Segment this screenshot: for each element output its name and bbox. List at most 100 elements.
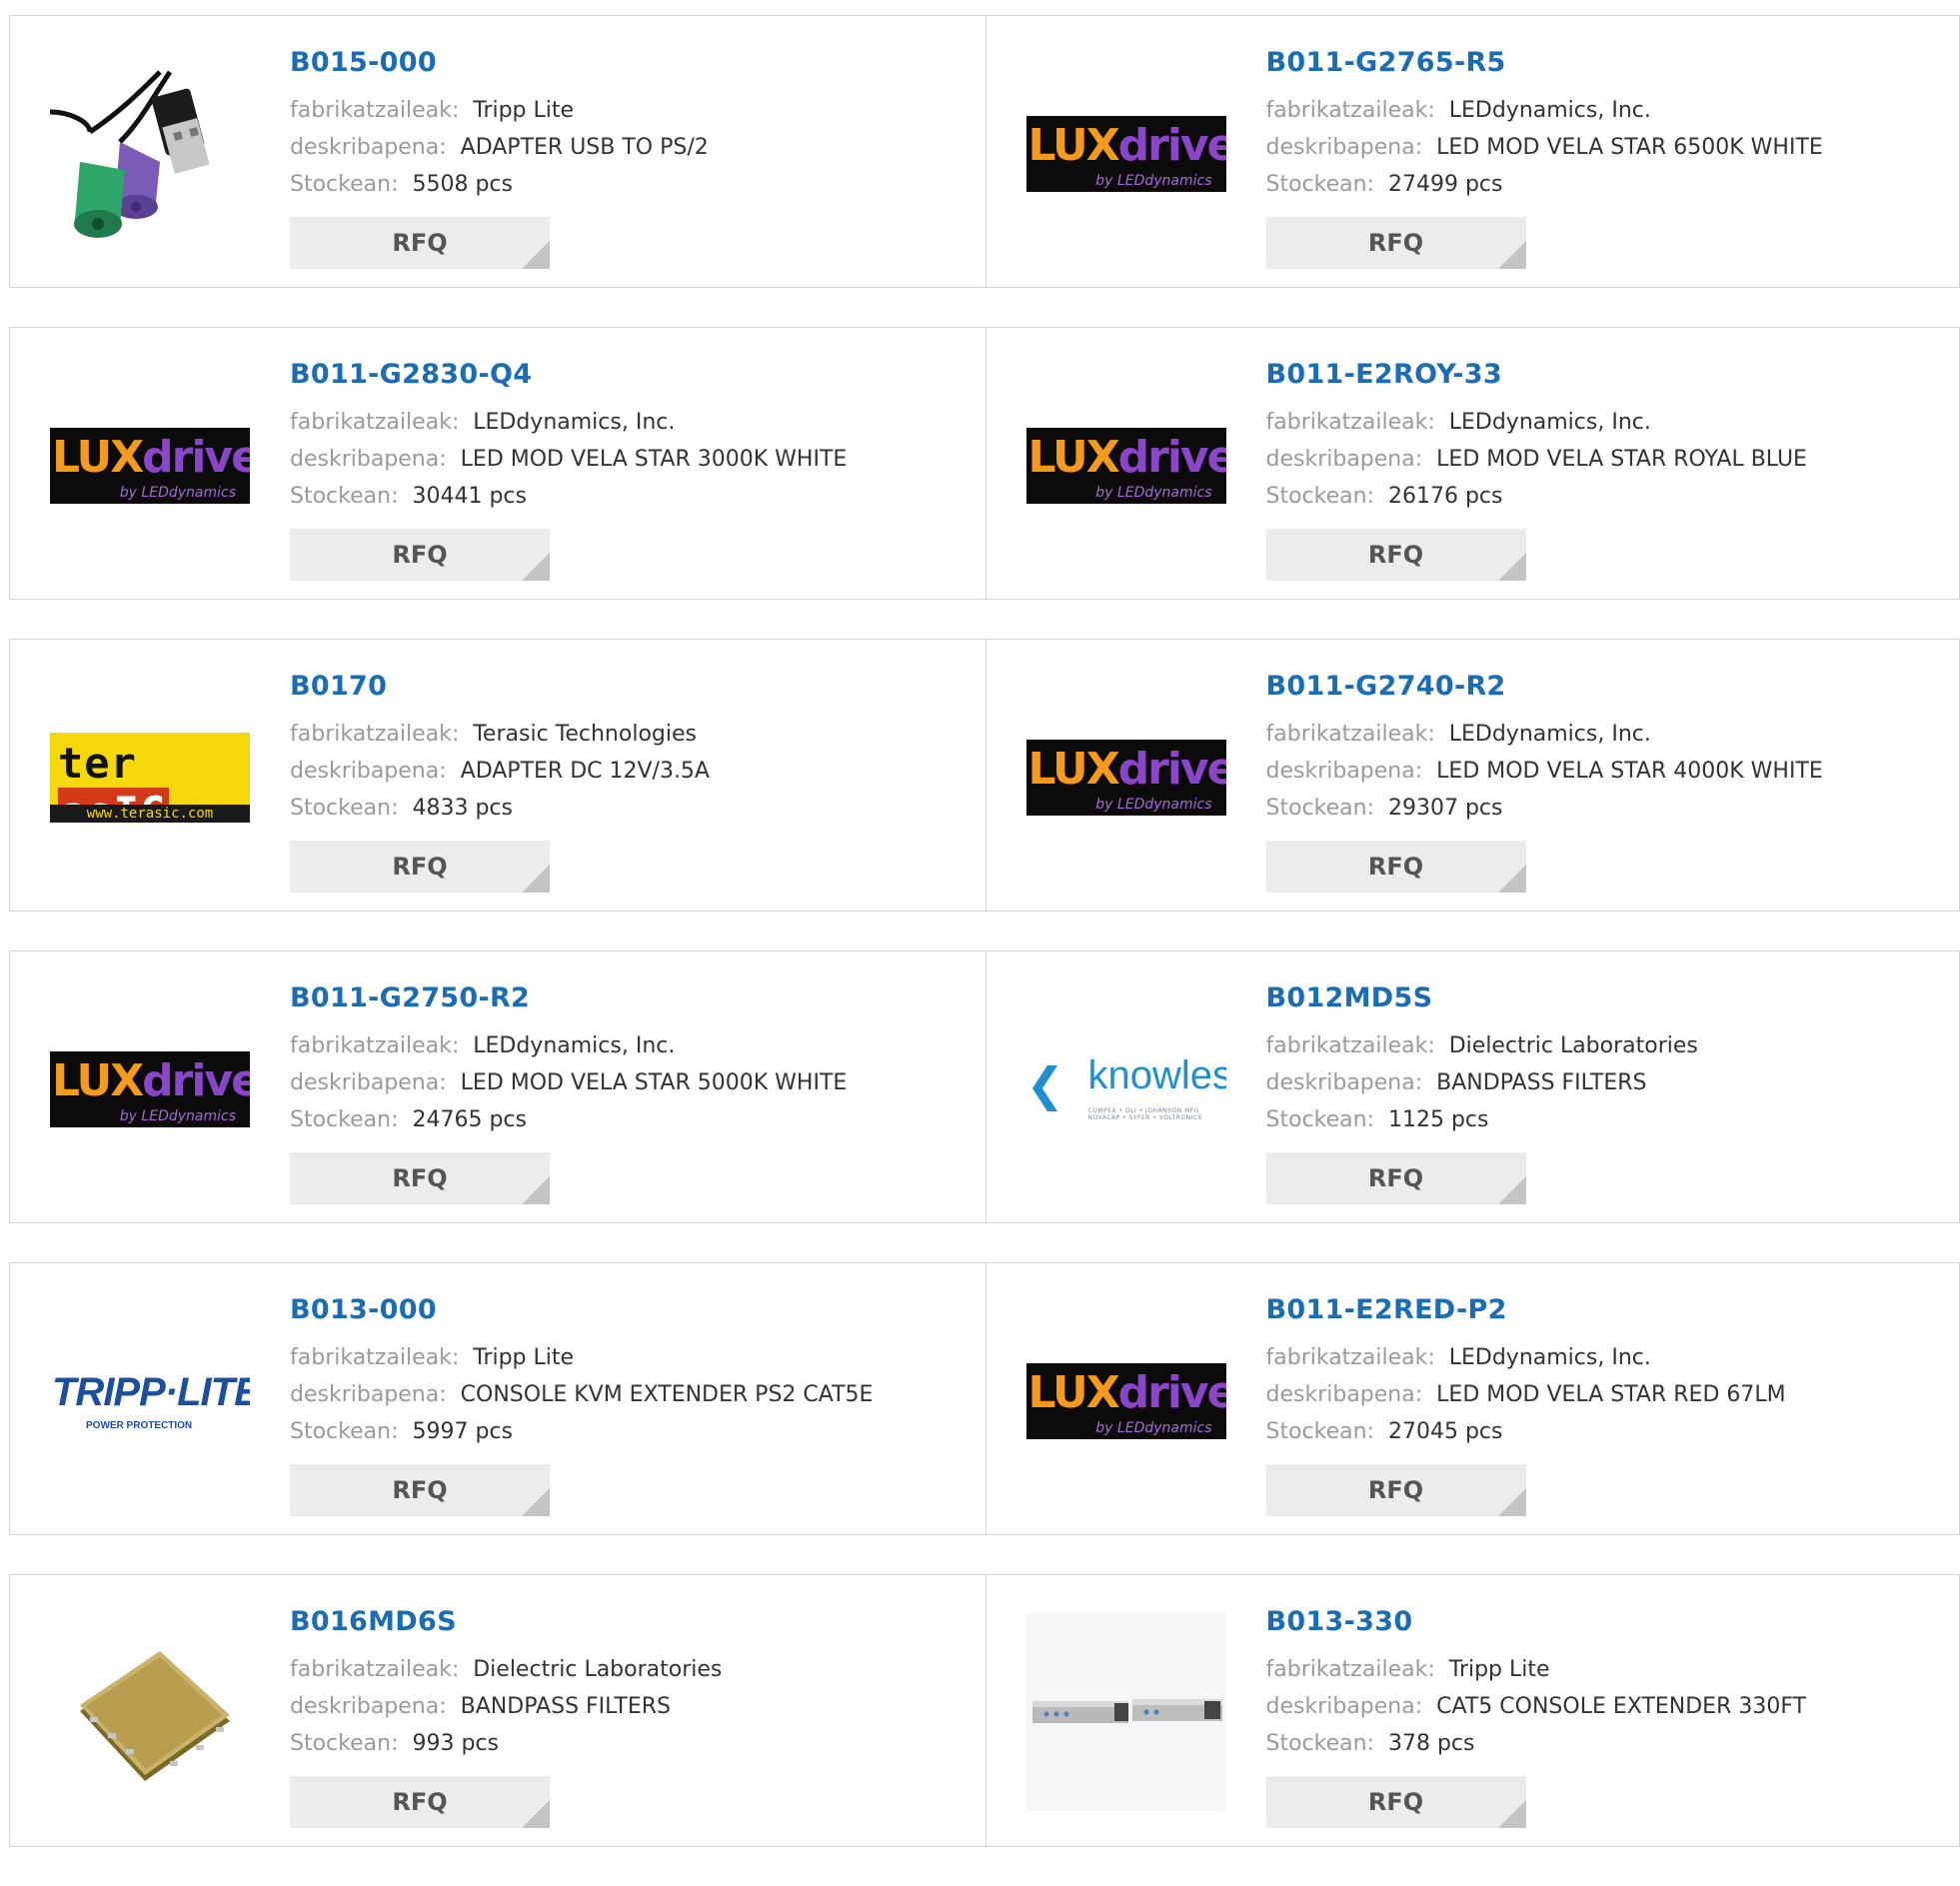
part-number-link[interactable]: B011-G2750-R2 (290, 981, 847, 1015)
stock-row: Stockean:5508 pcs (290, 166, 709, 203)
rfq-button[interactable]: RFQ (1266, 217, 1526, 269)
description-row: deskribapena:ADAPTER USB TO PS/2 (290, 129, 709, 166)
part-number-link[interactable]: B012MD5S (1266, 981, 1698, 1015)
manufacturer-label: fabrikatzaileak: (1266, 410, 1435, 435)
rfq-button[interactable]: RFQ (290, 217, 550, 269)
description-label: deskribapena: (1266, 1070, 1423, 1095)
rfq-label: RFQ (392, 229, 447, 257)
product-info: B011-G2830-Q4 fabrikatzaileak:LEDdynamic… (290, 358, 847, 581)
product-info: B011-G2765-R5 fabrikatzaileak:LEDdynamic… (1266, 46, 1823, 269)
manufacturer-row: fabrikatzaileak:Tripp Lite (290, 1339, 873, 1376)
product-info: B013-000 fabrikatzaileak:Tripp Lite desk… (290, 1293, 873, 1516)
corner-triangle-icon (1498, 1488, 1526, 1516)
description-row: deskribapena: LED MOD VELA STAR ROYAL BLU… (1266, 441, 1807, 478)
product-image[interactable] (50, 54, 250, 254)
description-value: LED MOD VELA STAR 4000K WHITE (1436, 759, 1823, 784)
manufacturer-value: LEDdynamics, Inc. (1449, 410, 1651, 435)
rfq-button[interactable]: RFQ (1266, 529, 1526, 581)
description-label: deskribapena: (1266, 759, 1423, 784)
manufacturer-row: fabrikatzaileak:Tripp Lite (1266, 1651, 1807, 1688)
rfq-button[interactable]: RFQ (1266, 841, 1526, 893)
stock-label: Stockean: (1266, 796, 1374, 821)
manufacturer-label: fabrikatzaileak: (1266, 1033, 1435, 1058)
product-image[interactable] (50, 1613, 250, 1813)
description-label: deskribapena: (290, 447, 447, 472)
product-row: TRIPP·LITE POWER PROTECTION B013-000 fab… (9, 1262, 1960, 1535)
part-number-link[interactable]: B016MD6S (290, 1605, 722, 1639)
corner-triangle-icon (522, 553, 550, 581)
part-number-link[interactable]: B013-000 (290, 1293, 873, 1327)
rfq-button[interactable]: RFQ (290, 1152, 550, 1204)
product-card: LUXdrive by LEDdynamics B011-E2RED-P2 fa… (986, 1262, 1960, 1535)
manufacturer-value: Tripp Lite (473, 1345, 574, 1370)
description-row: deskribapena:LED MOD VELA STAR 3000K WHI… (290, 441, 847, 478)
product-card: LUXdrive by LEDdynamics B011-G2740-R2 fa… (986, 639, 1960, 912)
manufacturer-value: LEDdynamics, Inc. (1449, 722, 1651, 747)
product-row: LUXdrive by LEDdynamics B011-G2830-Q4 fa… (9, 327, 1960, 600)
manufacturer-label: fabrikatzaileak: (290, 98, 459, 123)
stock-value: 5997 pcs (412, 1419, 513, 1444)
product-image[interactable]: LUXdrive by LEDdynamics (50, 989, 250, 1189)
product-card: TRIPP·LITE POWER PROTECTION B013-000 fab… (9, 1262, 986, 1535)
corner-triangle-icon (1498, 1800, 1526, 1828)
part-number-link[interactable]: B011-E2ROY-33 (1266, 358, 1807, 392)
manufacturer-value: LEDdynamics, Inc. (473, 1033, 675, 1058)
description-label: deskribapena: (1266, 447, 1423, 472)
description-label: deskribapena: (1266, 135, 1423, 160)
stock-row: Stockean:29307 pcs (1266, 790, 1823, 827)
rfq-button[interactable]: RFQ (1266, 1776, 1526, 1828)
product-image[interactable]: ter asIC www.terasic.com (50, 678, 250, 878)
product-image[interactable] (1026, 1613, 1226, 1813)
rfq-button[interactable]: RFQ (290, 1464, 550, 1516)
product-card: ❮ knowles COMPEX • DLI • JOHANSON MFG NO… (986, 950, 1960, 1223)
rfq-label: RFQ (1368, 229, 1423, 257)
product-info: B011-E2ROY-33 fabrikatzaileak: LEDdynamic… (1266, 358, 1807, 581)
product-row: B016MD6S fabrikatzaileak: Dielectric Labo… (9, 1574, 1960, 1847)
product-card: LUXdrive by LEDdynamics B011-E2ROY-33 fa… (986, 327, 1960, 600)
part-number-link[interactable]: B011-G2740-R2 (1266, 670, 1823, 704)
product-info: B015-000 fabrikatzaileak:Tripp Lite desk… (290, 46, 709, 269)
manufacturer-row: fabrikatzaileak:LEDdynamics, Inc. (1266, 92, 1823, 129)
stock-row: Stockean:378 pcs (1266, 1725, 1807, 1762)
part-number-link[interactable]: B011-G2830-Q4 (290, 358, 847, 392)
manufacturer-value: Dielectric Laboratories (1449, 1033, 1698, 1058)
stock-label: Stockean: (290, 172, 398, 197)
product-image[interactable]: LUXdrive by LEDdynamics (1026, 366, 1226, 566)
rfq-button[interactable]: RFQ (290, 1776, 550, 1828)
product-row: B015-000 fabrikatzaileak:Tripp Lite desk… (9, 15, 1960, 288)
manufacturer-label: fabrikatzaileak: (1266, 1657, 1435, 1682)
rfq-button[interactable]: RFQ (1266, 1464, 1526, 1516)
part-number-link[interactable]: B015-000 (290, 46, 709, 80)
description-value: LED MOD VELA STAR ROYAL BLUE (1436, 447, 1807, 472)
knowles-logo: ❮ knowles COMPEX • DLI • JOHANSON MFG NO… (1026, 1049, 1226, 1129)
stock-value: 378 pcs (1388, 1731, 1475, 1756)
manufacturer-value: LEDdynamics, Inc. (473, 410, 675, 435)
part-number-link[interactable]: B011-E2RED-P2 (1266, 1293, 1786, 1327)
manufacturer-row: fabrikatzaileak: Dielectric Laboratories (1266, 1027, 1698, 1064)
part-number-link[interactable]: B011-G2765-R5 (1266, 46, 1823, 80)
part-number-link[interactable]: B013-330 (1266, 1605, 1807, 1639)
description-row: deskribapena: LED MOD VELA STAR 6500K WHI… (1266, 129, 1823, 166)
stock-row: Stockean:4833 pcs (290, 790, 710, 827)
description-value: LED MOD VELA STAR 6500K WHITE (1436, 135, 1823, 160)
stock-row: Stockean:1125 pcs (1266, 1101, 1698, 1138)
rfq-button[interactable]: RFQ (290, 529, 550, 581)
product-info: B011-E2RED-P2 fabrikatzaileak:LEDdynamic… (1266, 1293, 1786, 1516)
product-image[interactable]: LUXdrive by LEDdynamics (50, 366, 250, 566)
rfq-label: RFQ (1368, 541, 1423, 569)
stock-row: Stockean:5997 pcs (290, 1413, 873, 1450)
manufacturer-value: Dielectric Laboratories (473, 1657, 722, 1682)
stock-value: 26176 pcs (1388, 484, 1503, 509)
product-info: B011-G2740-R2 fabrikatzaileak:LEDdynamic… (1266, 670, 1823, 893)
rfq-button[interactable]: RFQ (1266, 1152, 1526, 1204)
product-image[interactable]: TRIPP·LITE POWER PROTECTION (50, 1301, 250, 1501)
product-image[interactable]: LUXdrive by LEDdynamics (1026, 1301, 1226, 1501)
stock-row: Stockean:27499 pcs (1266, 166, 1823, 203)
product-image[interactable]: ❮ knowles COMPEX • DLI • JOHANSON MFG NO… (1026, 989, 1226, 1189)
product-image[interactable]: LUXdrive by LEDdynamics (1026, 54, 1226, 254)
tripp-lite-logo: TRIPP·LITE POWER PROTECTION (50, 1366, 250, 1436)
part-number-link[interactable]: B0170 (290, 670, 710, 704)
rfq-button[interactable]: RFQ (290, 841, 550, 893)
product-image[interactable]: LUXdrive by LEDdynamics (1026, 678, 1226, 878)
product-card: B016MD6S fabrikatzaileak:Dielectric Labo… (9, 1574, 986, 1847)
